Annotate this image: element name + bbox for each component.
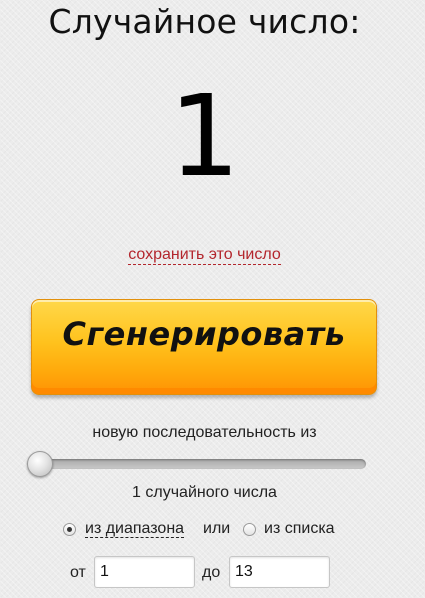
to-label: до <box>202 564 221 581</box>
from-input[interactable] <box>94 556 195 588</box>
generate-button[interactable]: Сгенерировать <box>31 299 377 395</box>
mode-selector: из диапазона или из списка <box>0 520 409 540</box>
generate-button-label: Сгенерировать <box>62 315 346 353</box>
range-inputs: от до <box>0 556 409 590</box>
range-radio[interactable] <box>63 523 76 536</box>
count-slider-track[interactable] <box>32 459 366 469</box>
from-label: от <box>70 564 86 581</box>
count-slider-handle[interactable] <box>27 451 53 477</box>
list-option-label[interactable]: из списка <box>264 520 335 538</box>
list-radio[interactable] <box>243 523 256 536</box>
page-title: Случайное число: <box>48 2 361 41</box>
sequence-label: новую последовательность из <box>92 424 317 441</box>
save-number-link[interactable]: сохранить это число <box>128 246 281 265</box>
mode-separator: или <box>203 520 231 537</box>
save-number-link-container: сохранить это число <box>0 246 409 265</box>
random-number-display: 1 <box>168 72 241 202</box>
to-input[interactable] <box>229 556 330 588</box>
count-label: 1 случайного числа <box>132 484 277 501</box>
range-option-link[interactable]: из диапазона <box>85 520 185 538</box>
